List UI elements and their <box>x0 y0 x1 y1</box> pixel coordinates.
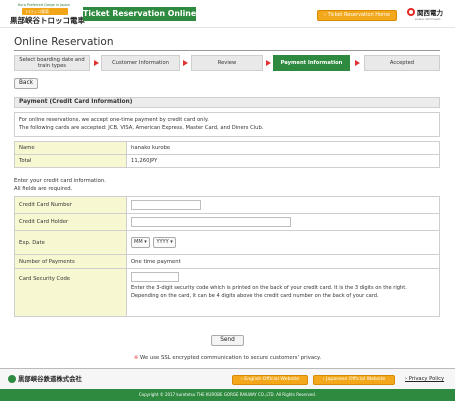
partner-circle-icon <box>407 8 415 16</box>
company-logo-icon <box>8 375 16 383</box>
exp-month-select[interactable]: MM ▾ <box>131 237 150 248</box>
partner-name: 関西電力 <box>417 9 443 17</box>
step-arrow-icon <box>183 60 188 66</box>
page-title: Online Reservation <box>14 36 114 48</box>
card-holder-input[interactable] <box>131 217 291 227</box>
instructions: Enter your credit card information. All … <box>14 178 106 192</box>
ssl-notice: ※ We use SSL encrypted communication to … <box>133 355 322 361</box>
partner-sub: power with heart <box>415 17 441 21</box>
security-code-input[interactable] <box>131 272 179 282</box>
table-row: Name hanako kurobe <box>14 141 440 155</box>
send-button[interactable]: Send <box>211 335 244 346</box>
step-payment-information: Payment Information <box>273 55 350 71</box>
exp-date-label: Exp. Date <box>14 230 127 255</box>
privacy-policy-link[interactable]: › Privacy Policy <box>405 376 444 382</box>
section-title: Payment (Credit Card Information) <box>14 97 440 108</box>
card-number-label: Credit Card Number <box>14 196 127 214</box>
site-footer: 黒部峡谷鉄道株式会社 › English Official Website › … <box>0 369 455 389</box>
reservation-home-button[interactable]: › Ticket Reservation Home <box>317 10 397 21</box>
payment-info-box: For online reservations, we accept one-t… <box>14 112 440 137</box>
copyright: Copyright © 2017 kurotetsu THE KUROBE GO… <box>0 389 455 401</box>
exp-year-select[interactable]: YYYY ▾ <box>153 237 176 248</box>
total-label: Total <box>14 154 127 168</box>
table-row: Number of Payments One time payment <box>14 254 440 269</box>
step-arrow-icon <box>355 60 360 66</box>
english-site-button[interactable]: › English Official Website <box>232 375 308 385</box>
table-row: Exp. Date MM ▾ YYYY ▾ <box>14 230 440 255</box>
table-row: Credit Card Number <box>14 196 440 214</box>
company-logo[interactable]: 黒部峡谷鉄道株式会社 <box>8 374 82 383</box>
reservation-summary-table: Name hanako kurobe Total 11,260JPY <box>14 141 440 168</box>
table-row: Total 11,260JPY <box>14 154 440 168</box>
name-label: Name <box>14 141 127 155</box>
payment-info-line: For online reservations, we accept one-t… <box>19 117 209 123</box>
partner-logo[interactable]: 関西電力 power with heart <box>407 6 445 24</box>
step-arrow-icon <box>266 60 271 66</box>
credit-card-form: Credit Card Number Credit Card Holder Ex… <box>14 196 440 317</box>
step-arrow-icon <box>94 60 99 66</box>
total-value: 11,260JPY <box>126 154 440 168</box>
title-divider <box>14 50 440 51</box>
site-title: Ticket Reservation Online <box>83 7 196 21</box>
step-customer-information: Customer Information <box>101 55 180 71</box>
step-select-boarding: Select boarding date and train types <box>14 55 90 71</box>
security-code-label: Card Security Code <box>14 268 127 317</box>
back-button[interactable]: Back <box>14 78 38 89</box>
payments-label: Number of Payments <box>14 254 127 269</box>
payments-value: One time payment <box>126 254 440 269</box>
accepted-cards-line: The following cards are accepted: JCB, V… <box>19 124 264 131</box>
logo-tagline: Kuro Preferred Gorge in Japan <box>18 3 70 7</box>
card-number-input[interactable] <box>131 200 201 210</box>
step-review: Review <box>191 55 263 71</box>
table-row: Credit Card Holder <box>14 213 440 231</box>
logo-name: 黒部峡谷トロッコ電車 <box>10 16 85 25</box>
logo-mark: トロッコ電車 <box>22 8 68 15</box>
railway-logo[interactable]: Kuro Preferred Gorge in Japan トロッコ電車 黒部峡… <box>10 3 85 25</box>
card-holder-label: Credit Card Holder <box>14 213 127 231</box>
table-row: Card Security Code Enter the 3-digit sec… <box>14 268 440 317</box>
security-code-help: Enter the 3-digit security code which is… <box>131 285 407 299</box>
site-header: Kuro Preferred Gorge in Japan トロッコ電車 黒部峡… <box>0 0 455 28</box>
japanese-site-button[interactable]: › Japanese Official Website <box>313 375 395 385</box>
name-value: hanako kurobe <box>126 141 440 155</box>
step-accepted: Accepted <box>364 55 440 71</box>
